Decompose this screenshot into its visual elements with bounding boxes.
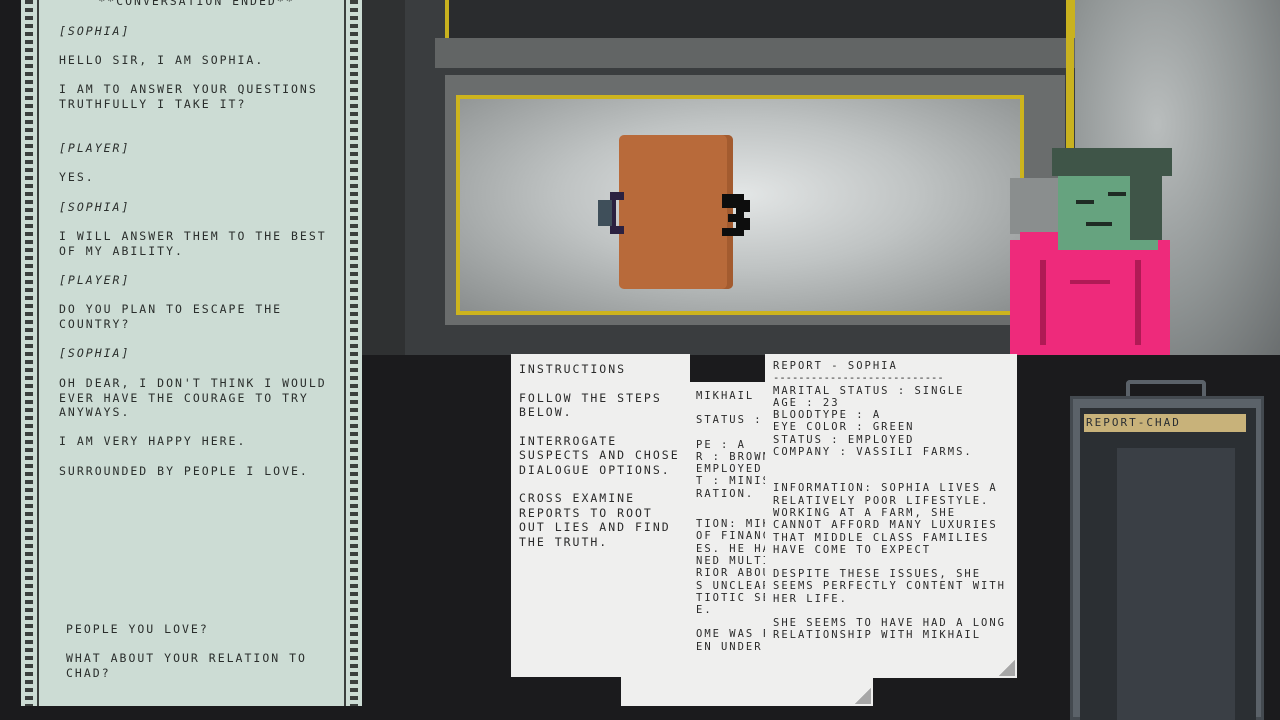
report-sophia-paper[interactable]: REPORT - SOPHIA ------------------------… xyxy=(765,354,1017,678)
wall-ledge xyxy=(435,38,1075,68)
page-curl-icon xyxy=(855,688,871,704)
report-field: COMPANY : VASSILI FARMS. xyxy=(773,446,973,459)
left-wall xyxy=(360,0,405,355)
dialogue-line: I AM VERY HAPPY HERE. xyxy=(59,434,247,448)
report-field: STATUS : EMPLOYED xyxy=(773,433,915,446)
dialogue-line: SURROUNDED BY PEOPLE I LOVE. xyxy=(59,464,309,478)
dialogue-speaker: [SOPHIA] xyxy=(59,200,131,214)
instructions-paper[interactable]: INSTRUCTIONS FOLLOW THE STEPS BELOW. INT… xyxy=(511,354,690,677)
report-field: BLOODTYPE : A xyxy=(773,409,882,422)
dialogue-panel: **CONVERSATION ENDED** [SOPHIA] HELLO SI… xyxy=(21,0,362,706)
report-chad-cabinet[interactable]: REPORT-CHAD xyxy=(1070,380,1264,720)
dialogue-speaker: [PLAYER] xyxy=(59,141,131,155)
dialogue-line: I AM TO ANSWER YOUR QUESTIONS TRUTHFULLY… xyxy=(59,82,318,111)
dialogue-line: OH DEAR, I DON'T THINK I WOULD EVER HAVE… xyxy=(59,376,327,420)
dialogue-line: HELLO SIR, I AM SOPHIA. xyxy=(59,53,265,67)
report-title: REPORT - SOPHIA xyxy=(773,360,898,372)
report-information: DESPITE THESE ISSUES, SHE SEEMS PERFECTL… xyxy=(773,568,1007,605)
report-information: SHE SEEMS TO HAVE HAD A LONG RELATIONSHI… xyxy=(773,617,1007,642)
report-field: MARITAL STATUS : SINGLE xyxy=(773,384,965,397)
report-divider: --------------------------- xyxy=(773,372,944,385)
right-hands-icon xyxy=(722,194,750,236)
dialogue-line: DO YOU PLAN TO ESCAPE THE COUNTRY? xyxy=(59,302,283,331)
dialogue-choice-people-you-love[interactable]: PEOPLE YOU LOVE? xyxy=(66,622,326,637)
instructions-step: FOLLOW THE STEPS BELOW. xyxy=(519,390,662,420)
yellow-pillar xyxy=(1066,0,1074,150)
instructions-step: CROSS EXAMINE REPORTS TO ROOT OUT LIES A… xyxy=(519,491,671,549)
instructions-step: INTERROGATE SUSPECTS AND CHOSE DIALOGUE … xyxy=(519,433,680,477)
instructions-title: INSTRUCTIONS xyxy=(519,362,627,376)
top-wall-strip xyxy=(445,0,1078,40)
conversation-ended-header: **CONVERSATION ENDED** xyxy=(98,0,295,8)
dialogue-line: YES. xyxy=(59,170,95,184)
report-field: EYE COLOR : GREEN xyxy=(773,421,915,434)
dialogue-choice-relation-to-chad[interactable]: WHAT ABOUT YOUR RELATION TO CHAD? xyxy=(66,651,326,680)
report-field: AGE : 23 xyxy=(773,396,840,409)
cabinet-inner xyxy=(1117,448,1235,720)
left-hands-icon xyxy=(598,192,624,234)
dialogue-speaker: [SOPHIA] xyxy=(59,24,131,38)
page-curl-icon xyxy=(999,660,1015,676)
dialogue-speaker: [SOPHIA] xyxy=(59,346,131,360)
sophia-character xyxy=(1010,148,1172,355)
dialogue-line: I WILL ANSWER THEM TO THE BEST OF MY ABI… xyxy=(59,229,327,258)
report-information: INFORMATION: SOPHIA LIVES A RELATIVELY P… xyxy=(773,482,998,556)
cabinet-label: REPORT-CHAD xyxy=(1084,414,1246,432)
dialogue-speaker: [PLAYER] xyxy=(59,273,131,287)
interrogation-table xyxy=(619,135,733,289)
